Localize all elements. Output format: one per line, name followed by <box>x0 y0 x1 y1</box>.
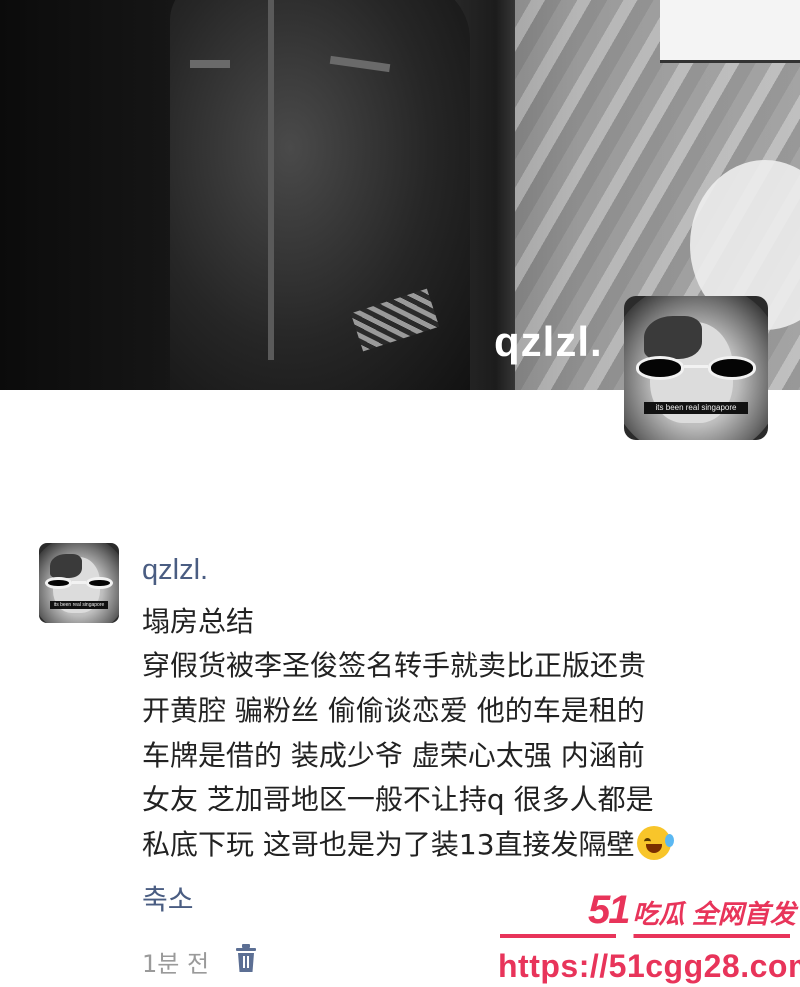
banner-photo-jacket <box>170 0 470 390</box>
comment-avatar[interactable]: its been real singapore <box>39 543 119 623</box>
comment-line: 女友 芝加哥地区一般不让持q 很多人都是 <box>142 783 654 817</box>
comment-line: 开黄腔 骗粉丝 偷偷谈恋爱 他的车是租的 <box>142 693 645 727</box>
profile-avatar[interactable]: its been real singapore <box>624 296 768 440</box>
collapse-button[interactable]: 축소 <box>142 878 194 918</box>
sunglasses-icon <box>635 356 757 380</box>
watermark-divider <box>500 934 790 938</box>
trash-icon[interactable] <box>234 944 258 974</box>
watermark-logo: 51 吃瓜 全网首发 <box>588 888 796 932</box>
laughing-crying-emoji-icon <box>636 826 674 861</box>
comment-line: 穿假货被李圣俊签名转手就卖比正版还贵 <box>142 649 647 682</box>
comment-username[interactable]: qzlzl. <box>142 554 208 587</box>
comment-timestamp: 1분 전 <box>142 950 210 978</box>
comment-title: 塌房总结 <box>142 605 255 638</box>
comment-body: 穿假货被李圣俊签名转手就卖比正版还贵 开黄腔 骗粉丝 偷偷谈恋爱 他的车是租的 … <box>142 644 782 868</box>
comment-line: 车牌是借的 装成少爷 虚荣心太强 内涵前 <box>142 738 645 772</box>
profile-name: qzlzl. <box>494 318 603 365</box>
watermark-url: https://51cgg28.com <box>498 948 800 984</box>
comment-line-last: 私底下玩 这哥也是为了装13直接发隔壁 <box>142 823 782 868</box>
avatar-caption: its been real singapore <box>50 600 108 609</box>
sunglasses-icon <box>45 576 113 590</box>
avatar-caption: its been real singapore <box>644 402 748 415</box>
